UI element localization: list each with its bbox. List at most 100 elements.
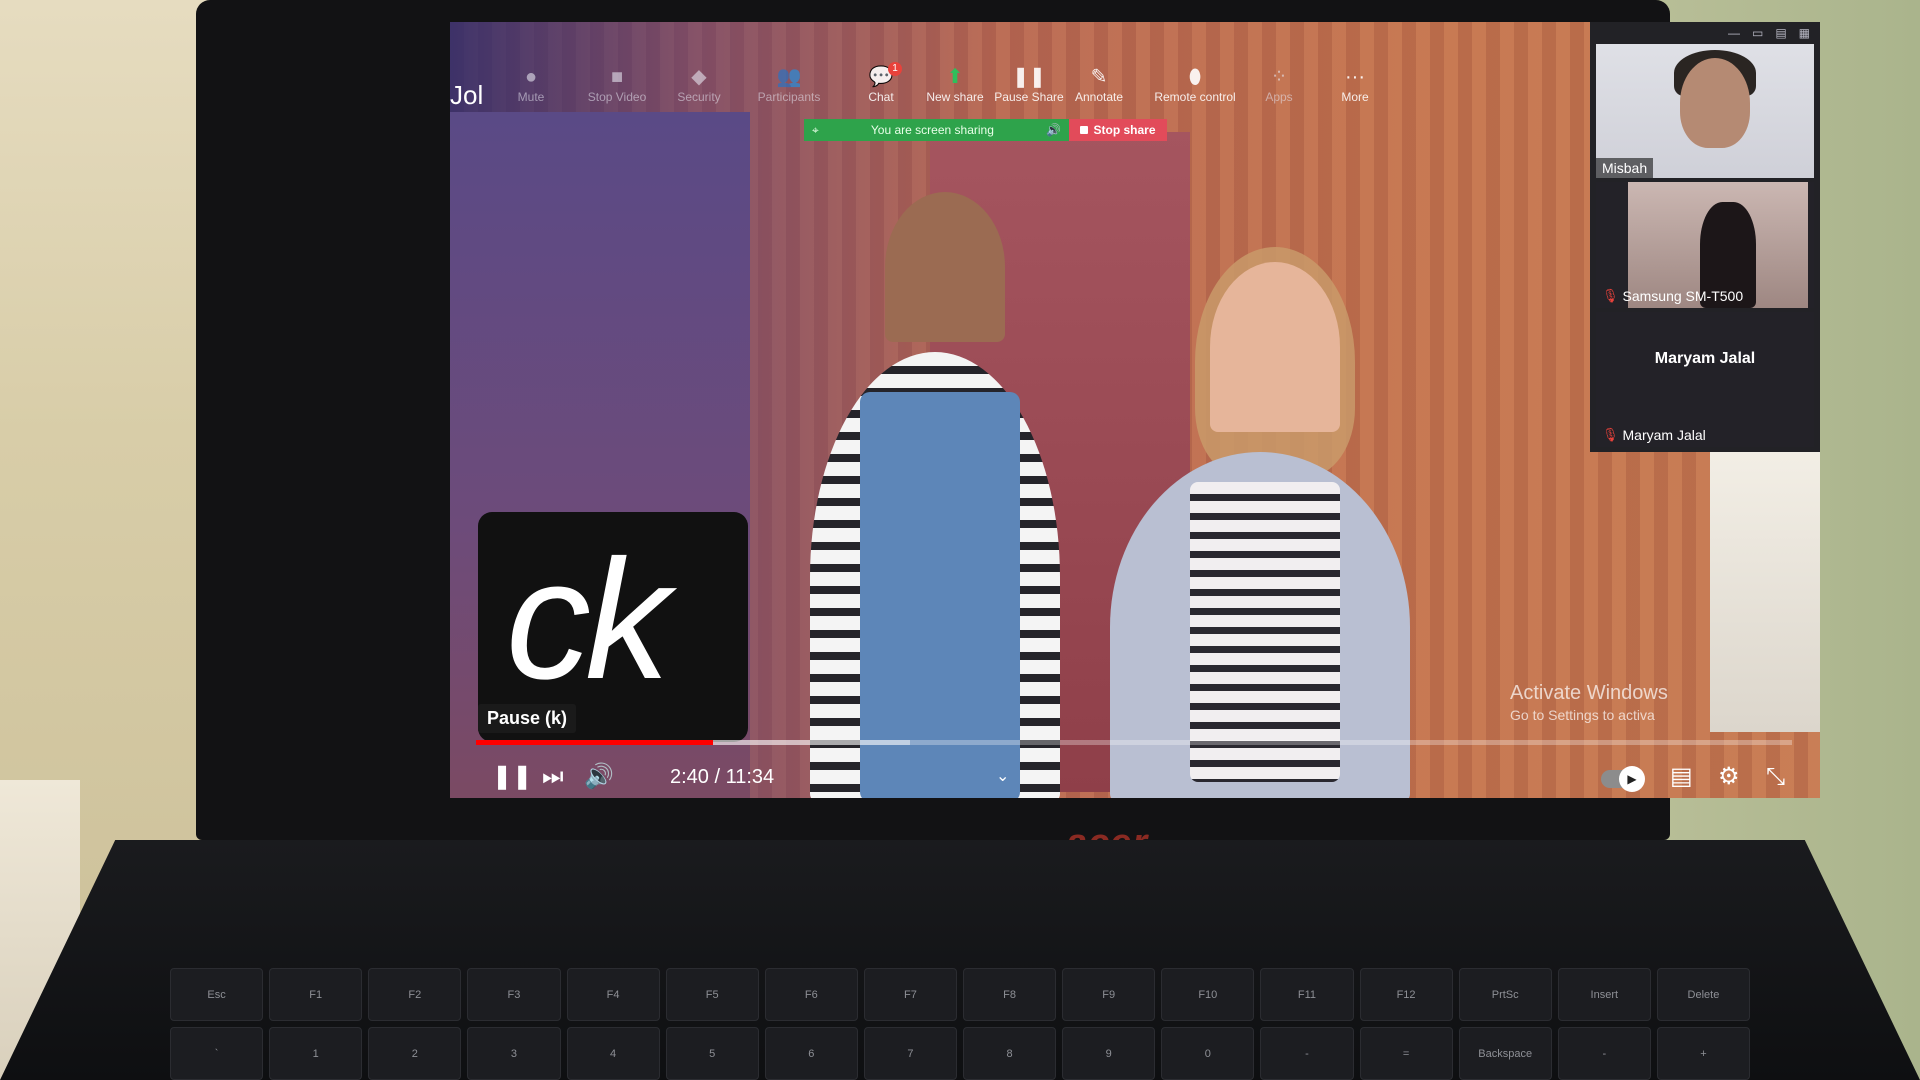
keyboard-key[interactable]: 3: [467, 1027, 561, 1080]
meeting-title: Jol: [450, 80, 484, 110]
security-label: Security: [677, 90, 721, 104]
keyboard-key[interactable]: 1: [269, 1027, 363, 1080]
minimize-icon[interactable]: —: [1728, 26, 1740, 42]
participants-panel: — ▭ ▤ ▦ Misbah 🎙 Samsung SM-T500 Maryam …: [1590, 22, 1820, 452]
keyboard-key[interactable]: Backspace: [1458, 1027, 1552, 1080]
speaker-view-icon[interactable]: ▤: [1775, 26, 1786, 42]
microphone-icon: ●: [524, 66, 538, 88]
girl-left-overalls: [860, 392, 1020, 798]
keyboard-key[interactable]: F5: [665, 968, 759, 1021]
mic-off-icon: 🎙: [1602, 427, 1619, 442]
panel-controls: — ▭ ▤ ▦: [1590, 22, 1820, 42]
participant-name: 🎙 Maryam Jalal: [1602, 427, 1706, 443]
speaker-icon: 🔊: [1046, 123, 1061, 137]
share-status-text: You are screen sharing: [870, 123, 994, 137]
overlay-text: ck: [506, 525, 670, 715]
keyboard-key[interactable]: F10: [1161, 968, 1255, 1021]
remote-control-button[interactable]: ⬮ Remote control: [1140, 66, 1250, 104]
keyboard-key[interactable]: 9: [1062, 1027, 1156, 1080]
activate-windows-watermark: Activate Windows Go to Settings to activ…: [1510, 682, 1668, 723]
girl-right-head: [1210, 262, 1340, 432]
keyboard-key[interactable]: Delete: [1656, 968, 1750, 1021]
new-share-label: New share: [926, 90, 984, 104]
stop-share-button[interactable]: Stop share: [1069, 119, 1167, 141]
pause-icon[interactable]: ❚❚: [492, 760, 532, 794]
progress-bar[interactable]: [476, 740, 1792, 745]
play-icon: ▶: [1619, 766, 1645, 792]
stop-video-button[interactable]: ■ Stop Video: [574, 66, 660, 104]
keyboard-key[interactable]: -: [1260, 1027, 1354, 1080]
keyboard-key[interactable]: +: [1656, 1027, 1750, 1080]
keyboard-key[interactable]: -: [1557, 1027, 1651, 1080]
progress-played: [476, 740, 713, 745]
keyboard-key[interactable]: F12: [1359, 968, 1453, 1021]
shield-icon: ◆: [691, 66, 707, 88]
keyboard-key[interactable]: F1: [269, 968, 363, 1021]
participant-name-text: Misbah: [1602, 160, 1648, 176]
keyboard-key[interactable]: 5: [665, 1027, 759, 1080]
laptop-screen: Jol ● Mute ■ Stop Video ◆ Security 👥 Par…: [450, 22, 1820, 798]
participant-name: Misbah: [1596, 158, 1654, 178]
keyboard-key[interactable]: `: [170, 1027, 264, 1080]
keyboard-key[interactable]: 0: [1161, 1027, 1255, 1080]
annotate-button[interactable]: ✎ Annotate: [1056, 66, 1142, 104]
keyboard-key[interactable]: =: [1359, 1027, 1453, 1080]
girl-left-head: [885, 192, 1005, 342]
participants-button[interactable]: 👥 Participants: [746, 66, 832, 104]
thumbnail-view-icon[interactable]: ▭: [1752, 26, 1763, 42]
apps-icon: ⁘: [1270, 66, 1288, 88]
participant-tile-maryam[interactable]: Maryam Jalal 🎙 Maryam Jalal: [1596, 312, 1814, 447]
chat-label: Chat: [868, 90, 894, 104]
participant-face: [1680, 58, 1750, 148]
keyboard-key[interactable]: 6: [764, 1027, 858, 1080]
pencil-icon: ✎: [1090, 66, 1108, 88]
settings-gear-icon[interactable]: ⚙: [1718, 760, 1740, 794]
participant-name: 🎙 Samsung SM-T500: [1602, 288, 1743, 304]
volume-icon[interactable]: 🔊: [584, 760, 614, 794]
more-label: More: [1341, 90, 1369, 104]
gallery-view-icon[interactable]: ▦: [1799, 26, 1810, 42]
participants-icon: 👥: [776, 66, 802, 88]
keyboard-key[interactable]: F3: [467, 968, 561, 1021]
stop-video-label: Stop Video: [587, 90, 647, 104]
keyboard-key[interactable]: F6: [764, 968, 858, 1021]
zoom-toolbar: Jol ● Mute ■ Stop Video ◆ Security 👥 Par…: [450, 36, 1500, 141]
participant-name-text: Maryam Jalal: [1622, 427, 1706, 443]
keyboard-key[interactable]: 7: [863, 1027, 957, 1080]
watermark-title: Activate Windows: [1510, 682, 1668, 704]
chevron-down-icon[interactable]: ⌄: [996, 760, 1009, 794]
keyboard-key[interactable]: F11: [1260, 968, 1354, 1021]
laptop-lid: Jol ● Mute ■ Stop Video ◆ Security 👥 Par…: [196, 0, 1820, 904]
participant-tile-misbah[interactable]: Misbah: [1596, 44, 1814, 178]
next-icon[interactable]: ⏭: [542, 760, 564, 794]
mute-label: Mute: [517, 90, 545, 104]
apps-label: Apps: [1265, 90, 1293, 104]
keyboard-key[interactable]: Insert: [1557, 968, 1651, 1021]
mute-button[interactable]: ● Mute: [488, 66, 574, 104]
more-button[interactable]: ··· More: [1312, 66, 1398, 104]
pause-share-label: Pause Share: [994, 90, 1064, 104]
stop-square-icon: [1080, 126, 1089, 134]
keyboard-key[interactable]: F7: [863, 968, 957, 1021]
keyboard-key[interactable]: F8: [963, 968, 1057, 1021]
autoplay-toggle[interactable]: ▶: [1601, 766, 1645, 792]
security-button[interactable]: ◆ Security: [656, 66, 742, 104]
subtitles-icon[interactable]: ▤: [1670, 760, 1693, 794]
chat-badge: 1: [888, 62, 902, 76]
keyboard-key[interactable]: F9: [1062, 968, 1156, 1021]
participant-tile-samsung[interactable]: 🎙 Samsung SM-T500: [1596, 182, 1814, 308]
more-dots-icon: ···: [1345, 66, 1365, 88]
keyboard-key[interactable]: F2: [368, 968, 462, 1021]
keyboard: Esc F1 F2 F3 F4 F5 F6 F7 F8 F9 F10 F11 F12 PrtSc Inser…: [170, 968, 1750, 1080]
keyboard-key[interactable]: F4: [566, 968, 660, 1021]
keyboard-key[interactable]: Esc: [170, 968, 264, 1021]
keyboard-key[interactable]: 8: [963, 1027, 1057, 1080]
keyboard-key[interactable]: 2: [368, 1027, 462, 1080]
time-display: 2:40 / 11:34: [670, 766, 774, 789]
participant-name-text: Samsung SM-T500: [1622, 288, 1744, 304]
exit-fullscreen-icon[interactable]: ⤡: [1766, 760, 1785, 794]
keyboard-key[interactable]: 4: [566, 1027, 660, 1080]
participants-label: Participants: [757, 90, 821, 104]
keyboard-key[interactable]: PrtSc: [1458, 968, 1552, 1021]
apps-button[interactable]: ⁘ Apps: [1236, 66, 1322, 104]
